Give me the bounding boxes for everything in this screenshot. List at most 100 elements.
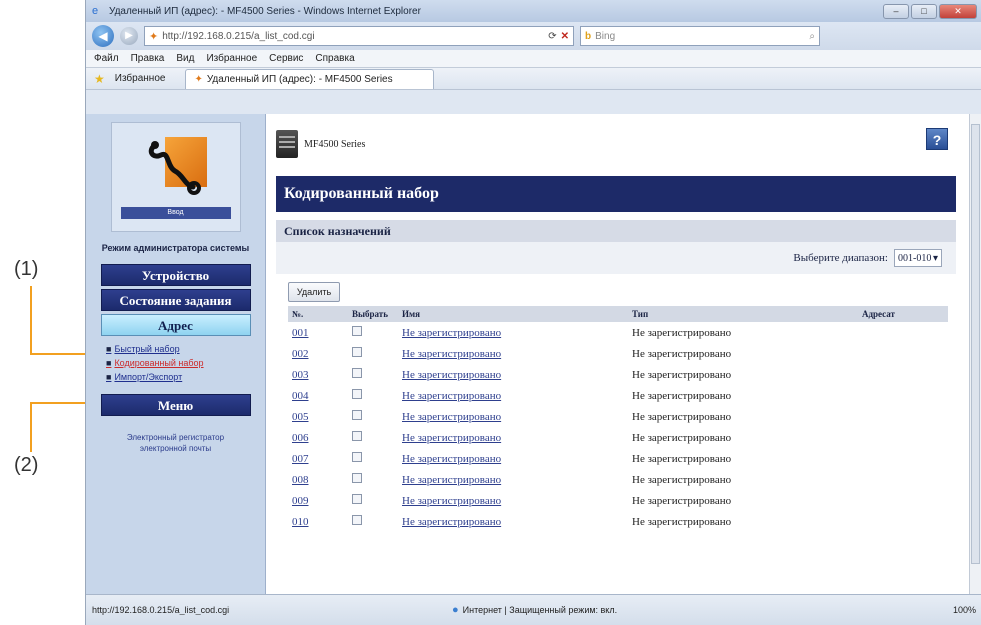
row-type: Не зарегистрировано	[632, 410, 732, 423]
callout-2-label: (2)	[14, 454, 39, 476]
row-select	[348, 469, 398, 490]
row-number: 010	[288, 511, 348, 532]
nav-menu-button[interactable]: Меню	[100, 394, 251, 416]
row-number-link[interactable]: 004	[292, 390, 309, 402]
row-name-link[interactable]: Не зарегистрировано	[402, 516, 501, 528]
scrollbar-thumb[interactable]	[971, 124, 980, 564]
menu-tools[interactable]: Сервис	[269, 53, 303, 64]
refresh-icon[interactable]: ⟳	[548, 31, 556, 42]
row-number: 001	[288, 322, 348, 343]
vertical-scrollbar[interactable]	[969, 114, 981, 594]
row-type: Не зарегистрировано	[632, 347, 732, 360]
row-name-link[interactable]: Не зарегистрировано	[402, 453, 501, 465]
row-destination	[858, 469, 948, 490]
sub-link-import-export[interactable]: ■ Импорт/Экспорт	[106, 370, 257, 384]
row-select	[348, 385, 398, 406]
row-checkbox[interactable]	[352, 410, 362, 420]
row-number-link[interactable]: 006	[292, 432, 309, 444]
address-sub-links: ■ Быстрый набор ■ Кодированный набор ■ Импо…	[106, 342, 257, 384]
row-number-link[interactable]: 007	[292, 453, 309, 465]
title-bar: e Удаленный ИП (адрес): - MF4500 Series …	[86, 0, 981, 22]
row-number-link[interactable]: 001	[292, 327, 309, 339]
row-name: Не зарегистрировано	[398, 469, 628, 490]
row-checkbox[interactable]	[352, 368, 362, 378]
nav-device-button[interactable]: Устройство	[100, 264, 251, 286]
search-bar[interactable]: b Bing ⌕	[580, 26, 820, 46]
help-icon[interactable]: ?	[926, 128, 948, 150]
login-button[interactable]: Ввод	[120, 207, 231, 219]
row-name-link[interactable]: Не зарегистрировано	[402, 348, 501, 360]
ie-icon: e	[92, 5, 99, 17]
stop-icon[interactable]: ✕	[561, 31, 569, 42]
row-number-link[interactable]: 002	[292, 348, 309, 360]
delete-button[interactable]: Удалить	[288, 282, 340, 302]
status-zone: ● Интернет | Защищенный режим: вкл.	[452, 604, 856, 616]
favorites-button[interactable]: Избранное	[115, 73, 166, 84]
row-name-link[interactable]: Не зарегистрировано	[402, 369, 501, 381]
callout-2-line	[30, 402, 32, 452]
row-number: 005	[288, 406, 348, 427]
sub-link-speed-dial[interactable]: ■ Быстрый набор	[106, 342, 257, 356]
printer-icon	[276, 130, 298, 158]
browser-tab[interactable]: ✦ Удаленный ИП (адрес): - MF4500 Series	[185, 68, 434, 89]
row-name: Не зарегистрировано	[398, 385, 628, 406]
range-select[interactable]: 001-010 ▾	[894, 249, 942, 267]
menu-file[interactable]: Файл	[94, 53, 119, 64]
table-body: 001 Не зарегистрировано Не зарегистрирован…	[288, 322, 948, 532]
table-row: 003 Не зарегистрировано Не зарегистрирован…	[288, 364, 948, 385]
menu-view[interactable]: Вид	[176, 53, 194, 64]
row-checkbox[interactable]	[352, 326, 362, 336]
row-type: Не зарегистрировано	[632, 452, 732, 465]
row-checkbox[interactable]	[352, 389, 362, 399]
row-name-link[interactable]: Не зарегистрировано	[402, 411, 501, 423]
nav-address-button[interactable]: Адрес	[100, 314, 251, 336]
row-name: Не зарегистрировано	[398, 406, 628, 427]
row-type: Не зарегистрировано	[632, 326, 732, 339]
logo-graphic	[145, 137, 207, 197]
maximize-button[interactable]: □	[911, 3, 937, 19]
menu-favorites[interactable]: Избранное	[206, 53, 257, 64]
row-checkbox[interactable]	[352, 347, 362, 357]
row-number: 006	[288, 427, 348, 448]
destination-table: №. Выбрать Имя Тип Адресат 001 Не зарегис…	[288, 306, 948, 532]
row-number-link[interactable]: 005	[292, 411, 309, 423]
nav-job-status-button[interactable]: Состояние задания	[100, 289, 251, 311]
row-number: 009	[288, 490, 348, 511]
address-bar[interactable]: ✦ http://192.168.0.215/a_list_cod.cgi ⟳ …	[144, 26, 574, 46]
row-number-link[interactable]: 009	[292, 495, 309, 507]
row-checkbox[interactable]	[352, 452, 362, 462]
status-url: http://192.168.0.215/a_list_cod.cgi	[92, 605, 230, 615]
menu-help[interactable]: Справка	[315, 53, 354, 64]
status-zone-text: Интернет | Защищенный режим: вкл.	[462, 605, 618, 615]
row-name-link[interactable]: Не зарегистрировано	[402, 327, 501, 339]
row-checkbox[interactable]	[352, 473, 362, 483]
search-icon[interactable]: ⌕	[809, 31, 815, 42]
email-logger-link[interactable]: Электронный регистратор электронной почт…	[104, 432, 247, 454]
menu-edit[interactable]: Правка	[131, 53, 165, 64]
table-row: 007 Не зарегистрировано Не зарегистрирован…	[288, 448, 948, 469]
row-name-link[interactable]: Не зарегистрировано	[402, 495, 501, 507]
back-button[interactable]: ◀	[92, 25, 114, 47]
row-name-link[interactable]: Не зарегистрировано	[402, 390, 501, 402]
row-select	[348, 406, 398, 427]
row-number-link[interactable]: 003	[292, 369, 309, 381]
zoom-level[interactable]: 100%	[856, 605, 976, 615]
row-checkbox[interactable]	[352, 515, 362, 525]
row-name-link[interactable]: Не зарегистрировано	[402, 474, 501, 486]
browser-window: e Удаленный ИП (адрес): - MF4500 Series …	[85, 0, 981, 625]
row-checkbox[interactable]	[352, 494, 362, 504]
callout-1-label: (1)	[14, 258, 39, 280]
forward-button[interactable]: ▶	[120, 27, 138, 45]
row-type: Не зарегистрировано	[632, 473, 732, 486]
row-number-link[interactable]: 010	[292, 516, 309, 528]
main-panel: MF4500 Series ? Кодированный набор Списо…	[266, 114, 966, 594]
close-button[interactable]: ✕	[939, 3, 977, 19]
row-checkbox[interactable]	[352, 431, 362, 441]
globe-icon: ●	[452, 604, 459, 616]
row-name-link[interactable]: Не зарегистрировано	[402, 432, 501, 444]
minimize-button[interactable]: –	[883, 3, 909, 19]
row-name: Не зарегистрировано	[398, 511, 628, 532]
row-number: 008	[288, 469, 348, 490]
row-number-link[interactable]: 008	[292, 474, 309, 486]
sub-link-coded-dial[interactable]: ■ Кодированный набор	[106, 356, 257, 370]
